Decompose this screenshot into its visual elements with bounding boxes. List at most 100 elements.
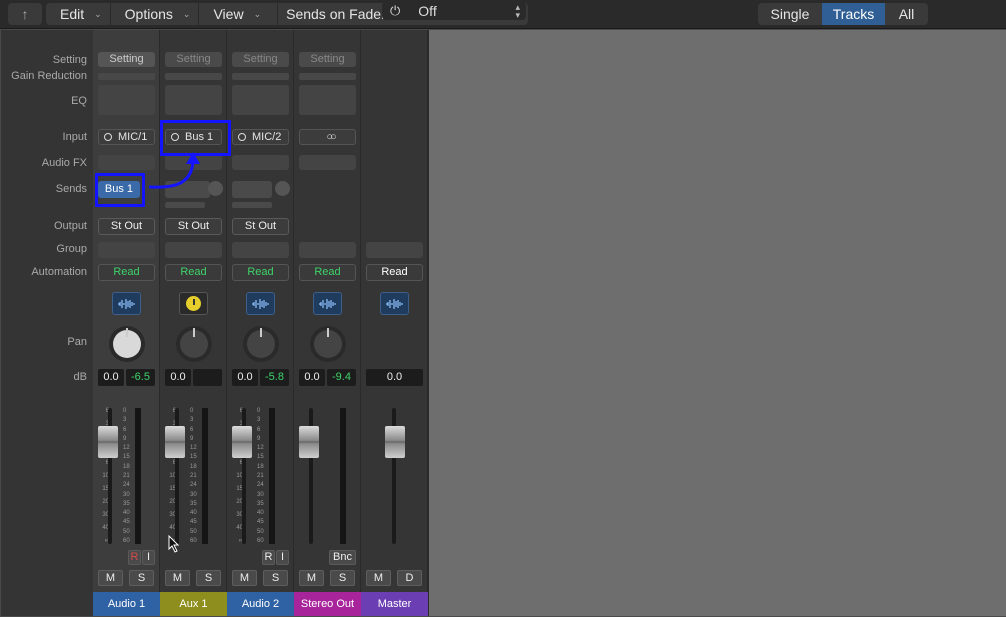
audio-waveform-icon[interactable] (380, 292, 409, 315)
meter-scale-tick: 15 (257, 454, 264, 461)
setting-button[interactable]: Setting (299, 52, 356, 67)
edit-menu[interactable]: Edit ⌄ (46, 3, 110, 25)
volume-readout[interactable]: 0.0 (232, 369, 258, 386)
channel-strip-audio-2[interactable]: Setting MIC/2 St Out Read 0.0 -5.8 6 30 3 6… (227, 30, 294, 616)
send-level-knob[interactable] (275, 181, 290, 196)
mute-button[interactable]: M (165, 570, 190, 586)
setting-button[interactable]: Setting (232, 52, 289, 67)
channel-strip-audio-1[interactable]: Setting MIC/1 Bus 1 St Out Read 0.0 -6.5… (93, 30, 160, 616)
pan-knob[interactable] (310, 326, 346, 362)
audio-fx-slot[interactable] (232, 155, 289, 170)
automation-mode-button[interactable]: Read (366, 264, 423, 281)
automation-mode-button[interactable]: Read (165, 264, 222, 281)
volume-readout[interactable]: 0.0 (98, 369, 124, 386)
solo-button[interactable]: S (330, 570, 355, 586)
peak-readout[interactable]: -6.5 (126, 369, 155, 386)
input-slot[interactable]: ○○ (299, 129, 356, 145)
pan-knob[interactable] (109, 326, 145, 362)
setting-button[interactable]: Setting (165, 52, 222, 67)
eq-thumbnail[interactable] (165, 85, 222, 115)
mute-button[interactable]: M (98, 570, 123, 586)
view-mode-segmented: Single Tracks All (758, 3, 928, 25)
meter-scale-tick: 6 (190, 426, 194, 433)
output-slot[interactable]: St Out (232, 218, 289, 235)
peak-readout[interactable]: -5.8 (260, 369, 289, 386)
label-gain-reduction: Gain Reduction (11, 70, 87, 82)
channel-strip-stereo-out[interactable]: Setting ○○ Read 0.0 -9.4 Bnc M S Stereo … (294, 30, 361, 616)
peak-readout[interactable]: -9.4 (327, 369, 356, 386)
audio-waveform-icon[interactable] (246, 292, 275, 315)
volume-fader-handle[interactable] (165, 426, 185, 458)
pan-knob[interactable] (243, 326, 279, 362)
audio-fx-slot[interactable] (299, 155, 356, 170)
send-level-knob[interactable] (208, 181, 223, 196)
mute-button[interactable]: M (232, 570, 257, 586)
group-slot[interactable] (165, 242, 222, 258)
mute-button[interactable]: M (299, 570, 324, 586)
dim-button[interactable]: D (397, 570, 422, 586)
input-monitor-button[interactable]: I (142, 550, 155, 565)
pan-knob[interactable] (176, 326, 212, 362)
eq-thumbnail[interactable] (98, 85, 155, 115)
volume-fader-handle[interactable] (299, 426, 319, 458)
eq-thumbnail[interactable] (232, 85, 289, 115)
setting-button[interactable]: Setting (98, 52, 155, 67)
volume-readout[interactable]: 0.0 (165, 369, 191, 386)
volume-fader-handle[interactable] (385, 426, 405, 458)
eq-thumbnail[interactable] (299, 85, 356, 115)
audio-waveform-icon[interactable] (112, 292, 141, 315)
group-slot[interactable] (232, 242, 289, 258)
track-name[interactable]: Audio 2 (227, 592, 294, 616)
volume-fader-handle[interactable] (232, 426, 252, 458)
empty-mixer-space (429, 30, 1006, 616)
level-meter (135, 408, 141, 544)
input-slot[interactable]: MIC/1 (98, 129, 155, 145)
output-slot[interactable]: St Out (98, 218, 155, 235)
mixer-toolbar: ↑ Edit ⌄ Options ⌄ View ⌄ Sends on Faders: … (0, 0, 1006, 29)
go-up-button[interactable]: ↑ (8, 3, 42, 25)
mute-button[interactable]: M (366, 570, 391, 586)
input-slot[interactable]: MIC/2 (232, 129, 289, 145)
meter-scale-tick: 40 (257, 510, 264, 517)
routing-arrow-icon (148, 152, 200, 189)
input-monitor-button[interactable]: I (276, 550, 289, 565)
view-tracks-button[interactable]: Tracks (822, 3, 885, 25)
label-setting: Setting (52, 54, 87, 66)
track-name[interactable]: Stereo Out (294, 592, 361, 616)
track-name[interactable]: Master (361, 592, 428, 616)
send-bar (232, 202, 272, 208)
meter-scale-tick: 45 (190, 519, 197, 526)
aux-track-icon[interactable] (179, 292, 208, 315)
audio-waveform-icon[interactable] (313, 292, 342, 315)
record-enable-button[interactable]: R (128, 550, 141, 565)
send-slot[interactable] (232, 181, 272, 198)
bounce-button[interactable]: Bnc (329, 550, 356, 565)
sends-on-faders-select[interactable]: ⏻ Off ▴ ▾ (382, 2, 526, 20)
group-slot[interactable] (98, 242, 155, 258)
meter-scale-tick: 35 (190, 500, 197, 507)
view-single-button[interactable]: Single (758, 3, 822, 25)
automation-mode-button[interactable]: Read (299, 264, 356, 281)
volume-readout[interactable]: 0.0 (299, 369, 325, 386)
channel-strip-master[interactable]: Read 0.0 M D Master (361, 30, 428, 616)
view-all-button[interactable]: All (885, 3, 928, 25)
solo-button[interactable]: S (263, 570, 288, 586)
solo-button[interactable]: S (129, 570, 154, 586)
automation-mode-button[interactable]: Read (232, 264, 289, 281)
output-slot[interactable]: St Out (165, 218, 222, 235)
options-menu[interactable]: Options ⌄ (109, 3, 199, 25)
peak-readout[interactable] (193, 369, 222, 386)
volume-fader-handle[interactable] (98, 426, 118, 458)
view-menu[interactable]: View ⌄ (198, 3, 269, 25)
meter-scale-tick: 24 (190, 482, 197, 489)
track-name[interactable]: Aux 1 (160, 592, 227, 616)
gain-reduction-meter (232, 73, 289, 80)
record-enable-button[interactable]: R (262, 550, 275, 565)
automation-mode-button[interactable]: Read (98, 264, 155, 281)
volume-readout[interactable]: 0.0 (366, 369, 423, 386)
group-slot[interactable] (299, 242, 356, 258)
channel-strip-aux-1[interactable]: Setting Bus 1 St Out Read 0.0 6303610152… (160, 30, 227, 616)
track-name[interactable]: Audio 1 (93, 592, 160, 616)
solo-button[interactable]: S (196, 570, 221, 586)
group-slot[interactable] (366, 242, 423, 258)
